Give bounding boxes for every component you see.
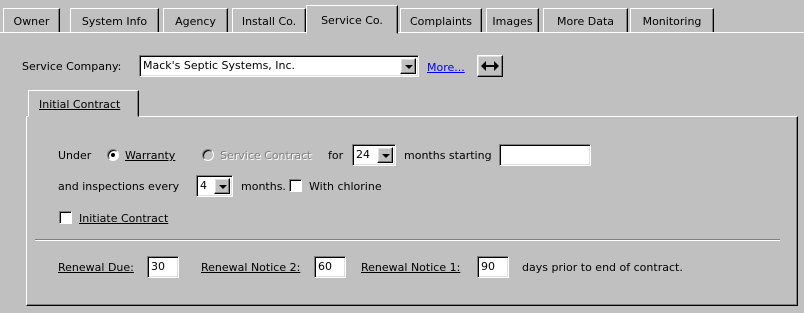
- inspection-interval-select[interactable]: 4: [196, 175, 233, 197]
- initiate-contract-label[interactable]: Initiate Contract: [79, 212, 168, 225]
- with-chlorine-label[interactable]: With chlorine: [309, 180, 382, 193]
- tab-initial-contract[interactable]: Initial Contract: [28, 90, 139, 117]
- service-company-combo[interactable]: Mack's Septic Systems, Inc.: [139, 55, 419, 77]
- tab-system-info[interactable]: System Info: [70, 8, 159, 33]
- tab-images-label: Images: [492, 15, 533, 28]
- more-link[interactable]: More...: [427, 61, 465, 74]
- swap-button[interactable]: [477, 55, 503, 77]
- left-right-arrow-icon: [481, 61, 499, 71]
- service-company-value: Mack's Septic Systems, Inc.: [143, 59, 296, 72]
- renewal-notice-1-label: Renewal Notice 1:: [361, 261, 461, 274]
- tab-strip: Owner System Info Agency Install Co. Ser…: [0, 0, 804, 34]
- tab-system-info-label: System Info: [81, 15, 148, 28]
- chevron-down-icon[interactable]: [377, 147, 393, 163]
- service-contract-radio[interactable]: [202, 149, 214, 161]
- renewal-notice-1-input[interactable]: 90: [477, 256, 509, 278]
- months-label: months.: [241, 180, 286, 193]
- tab-agency-label: Agency: [175, 15, 216, 28]
- chevron-down-icon[interactable]: [214, 178, 230, 194]
- service-co-panel: Service Company: Mack's Septic Systems, …: [0, 32, 804, 313]
- contract-months-value: 24: [356, 148, 370, 161]
- tab-install-co-label: Install Co.: [241, 15, 297, 28]
- contract-months-select[interactable]: 24: [352, 144, 396, 166]
- start-date-input[interactable]: [499, 144, 591, 166]
- for-label: for: [328, 149, 344, 162]
- tab-owner[interactable]: Owner: [3, 8, 60, 33]
- with-chlorine-checkbox[interactable]: [289, 179, 302, 192]
- initial-contract-panel: Under Warranty Service Contract for 24 m…: [26, 116, 798, 306]
- renewal-due-input[interactable]: 30: [147, 256, 179, 278]
- tab-agency[interactable]: Agency: [163, 8, 228, 33]
- renewal-suffix-label: days prior to end of contract.: [522, 261, 683, 274]
- warranty-label[interactable]: Warranty: [125, 149, 175, 162]
- renewal-notice-1-value: 90: [481, 260, 495, 273]
- renewal-notice-2-input[interactable]: 60: [314, 256, 346, 278]
- months-starting-label: months starting: [404, 149, 492, 162]
- inspection-interval-value: 4: [200, 179, 207, 192]
- service-company-label: Service Company:: [22, 60, 122, 73]
- divider: [35, 239, 780, 241]
- tab-service-co[interactable]: Service Co.: [306, 5, 398, 34]
- tab-complaints[interactable]: Complaints: [400, 8, 482, 33]
- tab-more-data[interactable]: More Data: [543, 8, 628, 33]
- chevron-down-icon[interactable]: [400, 58, 416, 74]
- renewal-notice-2-value: 60: [318, 260, 332, 273]
- tab-service-co-label: Service Co.: [321, 14, 383, 27]
- inspections-label: and inspections every: [58, 180, 180, 193]
- tab-owner-label: Owner: [13, 15, 50, 28]
- initiate-contract-checkbox[interactable]: [59, 211, 72, 224]
- renewal-due-label: Renewal Due:: [58, 261, 134, 274]
- tab-monitoring[interactable]: Monitoring: [630, 8, 714, 33]
- renewal-notice-2-label: Renewal Notice 2:: [201, 261, 301, 274]
- under-label: Under: [58, 149, 92, 162]
- warranty-radio[interactable]: [107, 149, 119, 161]
- tab-monitoring-label: Monitoring: [642, 15, 702, 28]
- tab-install-co[interactable]: Install Co.: [232, 8, 306, 33]
- renewal-due-value: 30: [151, 260, 165, 273]
- tab-complaints-label: Complaints: [410, 15, 472, 28]
- service-contract-label: Service Contract: [220, 149, 312, 162]
- tab-more-data-label: More Data: [556, 15, 615, 28]
- tab-images[interactable]: Images: [486, 8, 539, 33]
- tab-initial-contract-label: Initial Contract: [39, 98, 121, 111]
